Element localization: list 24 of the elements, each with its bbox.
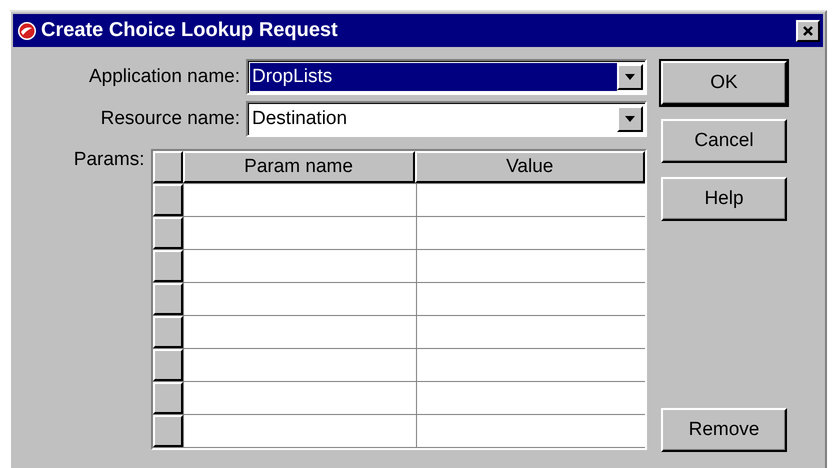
app-logo-icon — [17, 20, 37, 40]
field-label: Resource name: — [100, 108, 241, 130]
dialog-button[interactable]: Cancel — [661, 119, 787, 163]
row-header-cell[interactable] — [152, 283, 183, 315]
column-header[interactable]: Value — [414, 151, 645, 183]
row-header-cell[interactable] — [152, 316, 183, 348]
row-header-cell[interactable] — [152, 151, 183, 183]
close-icon — [802, 24, 814, 36]
row-header-cell[interactable] — [152, 250, 183, 282]
dialog-button[interactable]: OK — [661, 61, 787, 105]
dropdown-field[interactable]: DropLists — [246, 59, 647, 95]
dialog-button[interactable]: Remove — [661, 408, 787, 452]
row-header-cell[interactable] — [152, 415, 183, 447]
close-button[interactable] — [796, 20, 820, 42]
window-title: Create Choice Lookup Request — [41, 19, 339, 42]
dialog-button[interactable]: Help — [661, 177, 787, 221]
row-header-cell[interactable] — [152, 184, 183, 216]
row-header-cell[interactable] — [152, 382, 183, 414]
column-header[interactable]: Param name — [182, 151, 415, 183]
field-label: Application name: — [88, 66, 241, 88]
row-header-cell[interactable] — [152, 217, 183, 249]
row-header-cell[interactable] — [152, 349, 183, 381]
field-label: Params: — [72, 149, 146, 172]
dropdown-field[interactable]: Destination — [246, 101, 647, 137]
